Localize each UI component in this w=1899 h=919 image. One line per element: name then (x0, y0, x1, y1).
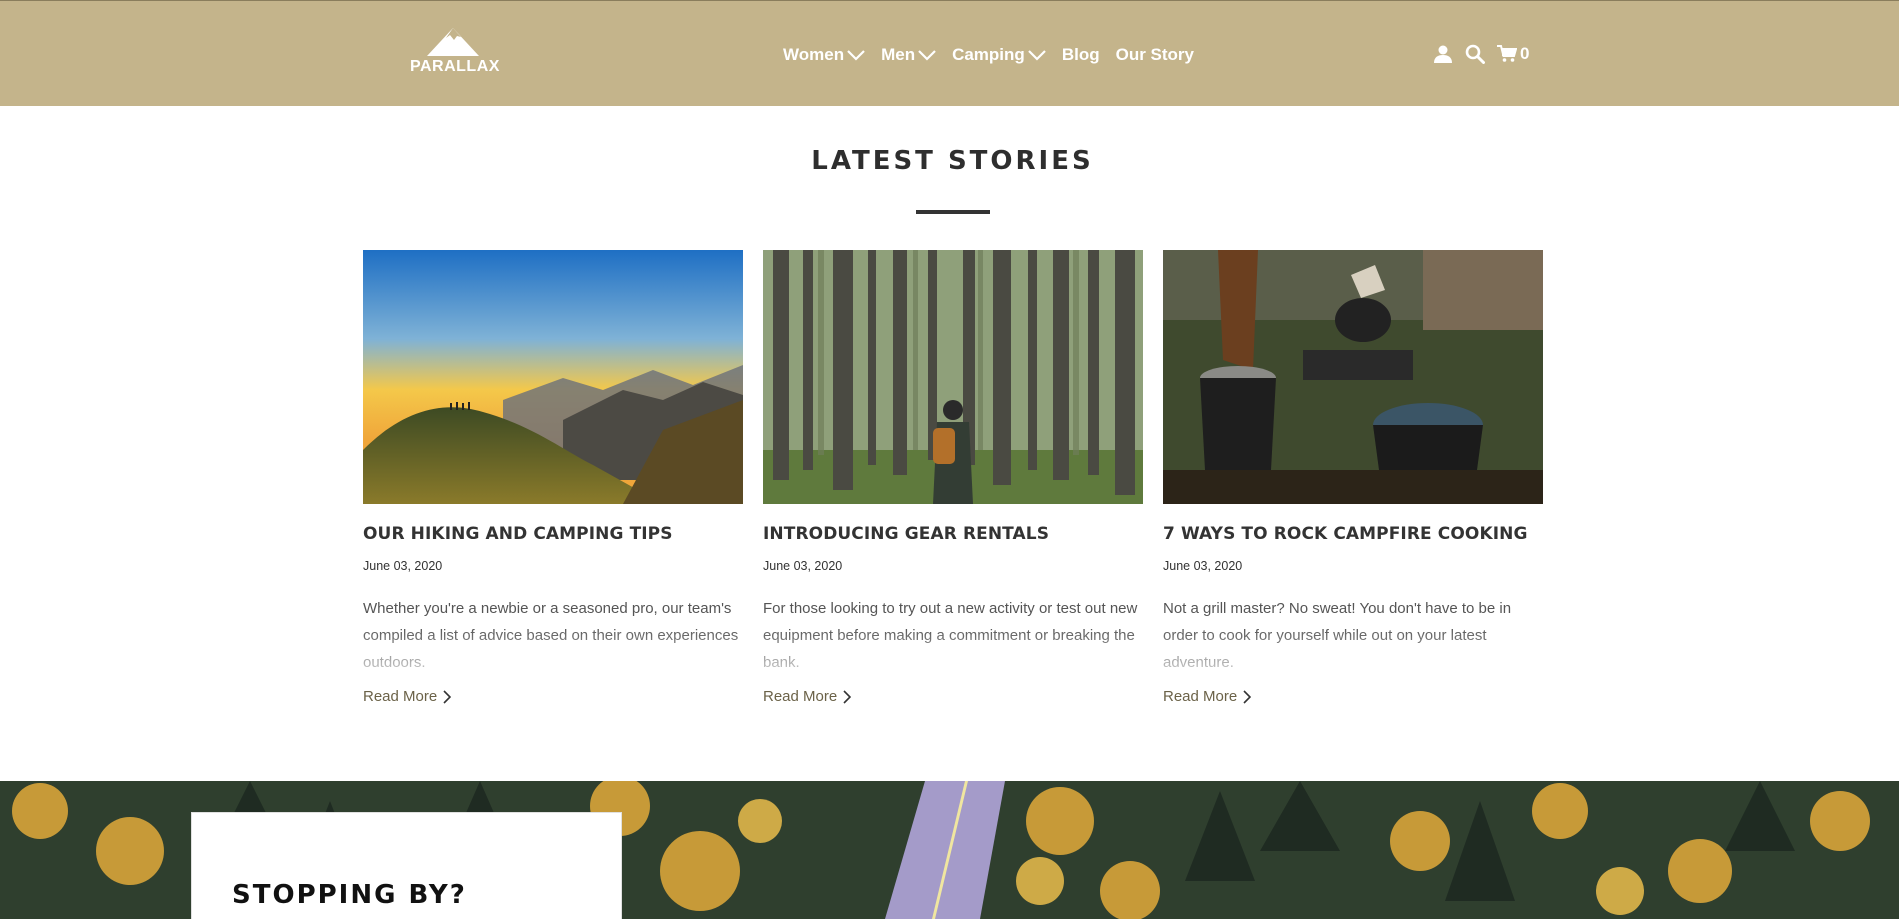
main-nav: Women Men Camping Blog Our Story (783, 41, 1210, 69)
read-more-label: Read More (763, 688, 838, 705)
post-image-mountain-sunset[interactable] (363, 250, 743, 504)
post-title[interactable]: OUR HIKING AND CAMPING TIPS (363, 524, 743, 544)
logo-text: PARALLAX (410, 58, 500, 75)
cart-button[interactable]: 0 (1497, 44, 1529, 64)
nav-women-label: Women (783, 45, 845, 64)
read-more-label: Read More (363, 688, 438, 705)
banner-title: STOPPING BY? (232, 880, 467, 910)
read-more-link[interactable]: Read More (763, 688, 852, 705)
chevron-down-icon (847, 50, 865, 61)
section-title: LATEST STORIES (811, 146, 1094, 176)
search-icon (1465, 44, 1485, 64)
post-image-campfire[interactable] (1163, 250, 1543, 504)
nav-blog-label: Blog (1061, 45, 1100, 64)
nav-camping[interactable]: Camping (952, 45, 1046, 65)
nav-women[interactable]: Women (783, 45, 865, 65)
post-image-forest-hiker[interactable] (763, 250, 1143, 504)
post-excerpt: Whether you're a newbie or a seasoned pr… (363, 600, 739, 671)
header-actions: 0 (1433, 43, 1541, 65)
chevron-right-icon (843, 689, 852, 704)
chevron-down-icon (1028, 50, 1046, 61)
cart-icon (1497, 45, 1517, 62)
visit-info-card: STOPPING BY? (191, 812, 622, 919)
chevron-down-icon (918, 50, 936, 61)
nav-our-story-label: Our Story (1115, 45, 1194, 64)
post-date: June 03, 2020 (363, 559, 443, 573)
title-divider (916, 210, 990, 214)
mountain-sunset-image (363, 250, 743, 504)
post-excerpt: For those looking to try out a new activ… (763, 600, 1138, 671)
user-icon (1434, 45, 1452, 63)
post-title[interactable]: 7 WAYS TO ROCK CAMPFIRE COOKING (1163, 524, 1543, 544)
search-button[interactable] (1465, 44, 1485, 64)
nav-our-story[interactable]: Our Story (1116, 45, 1194, 65)
blog-card: 7 WAYS TO ROCK CAMPFIRE COOKING June 03,… (1163, 250, 1543, 706)
chevron-right-icon (1243, 689, 1252, 704)
account-button[interactable] (1433, 44, 1453, 64)
read-more-link[interactable]: Read More (1163, 688, 1252, 705)
nav-men-label: Men (881, 45, 916, 64)
blog-card: INTRODUCING GEAR RENTALS June 03, 2020 F… (763, 250, 1143, 706)
read-more-link[interactable]: Read More (363, 688, 452, 705)
campfire-kettles-image (1163, 250, 1543, 504)
nav-men[interactable]: Men (881, 45, 936, 65)
site-header: PARALLAX Women Men Camping Blog Our Stor… (0, 0, 1899, 106)
post-title[interactable]: INTRODUCING GEAR RENTALS (763, 524, 1143, 544)
nav-blog[interactable]: Blog (1062, 45, 1100, 65)
forest-hiker-image (763, 250, 1143, 504)
mountain-logo-icon (427, 28, 479, 56)
post-date: June 03, 2020 (763, 559, 843, 573)
post-date: June 03, 2020 (1163, 559, 1243, 573)
blog-card: OUR HIKING AND CAMPING TIPS June 03, 202… (363, 250, 743, 706)
chevron-right-icon (443, 689, 452, 704)
post-excerpt: Not a grill master? No sweat! You don't … (1163, 600, 1512, 671)
cart-count: 0 (1520, 44, 1530, 63)
site-logo[interactable]: PARALLAX (410, 27, 500, 81)
read-more-label: Read More (1163, 688, 1238, 705)
nav-camping-label: Camping (952, 45, 1025, 64)
